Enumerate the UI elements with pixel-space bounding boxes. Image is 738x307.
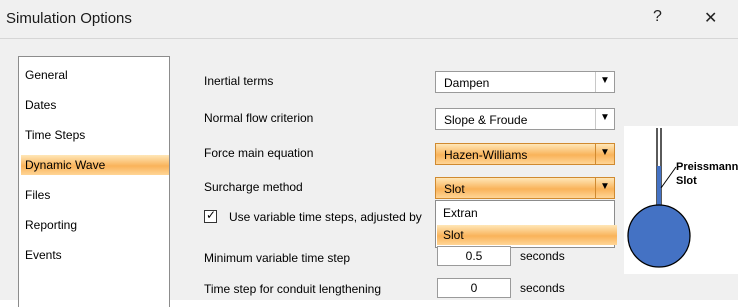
normal-flow-dropdown-button[interactable]: ▼ [595, 109, 614, 129]
surcharge-dropdown-list: Extran Slot [435, 200, 617, 248]
variable-steps-label: Use variable time steps, adjusted by [229, 210, 422, 224]
inertial-terms-value: Dampen [444, 76, 490, 90]
surcharge-select[interactable]: Slot ▼ [435, 177, 615, 199]
dropdown-arrow-icon: ▼ [600, 75, 610, 86]
inertial-terms-dropdown-button[interactable]: ▼ [595, 72, 614, 92]
inertial-terms-select[interactable]: Dampen ▼ [435, 71, 615, 93]
preissmann-slot-icon [627, 128, 691, 268]
surcharge-dropdown-button[interactable]: ▼ [595, 178, 614, 198]
sidebar-item-dynamic-wave[interactable]: Dynamic Wave [21, 155, 169, 175]
diagram-label-line1: Preissmann [676, 161, 738, 173]
help-button[interactable]: ? [653, 8, 662, 26]
dropdown-arrow-icon: ▼ [600, 181, 610, 192]
variable-steps-checkbox[interactable]: ✓ [204, 208, 217, 223]
close-button[interactable]: ✕ [704, 8, 717, 28]
sidebar-item-time-steps[interactable]: Time Steps [21, 125, 169, 145]
options-sidebar: General Dates Time Steps Dynamic Wave Fi… [18, 56, 170, 307]
dropdown-arrow-icon: ▼ [600, 112, 610, 123]
sidebar-item-general[interactable]: General [21, 65, 169, 85]
sidebar-item-dates[interactable]: Dates [21, 95, 169, 115]
lengthening-unit: seconds [520, 281, 565, 295]
min-step-unit: seconds [520, 249, 565, 263]
normal-flow-value: Slope & Froude [444, 113, 528, 127]
checkmark-icon: ✓ [206, 208, 217, 222]
force-main-label: Force main equation [204, 146, 314, 160]
preissmann-slot-diagram [624, 126, 738, 274]
min-step-label: Minimum variable time step [204, 251, 351, 265]
force-main-dropdown-button[interactable]: ▼ [595, 144, 614, 164]
lengthening-input[interactable]: 0 [437, 278, 511, 298]
lengthening-label: Time step for conduit lengthening [204, 282, 381, 296]
normal-flow-select[interactable]: Slope & Froude ▼ [435, 108, 615, 130]
force-main-value: Hazen-Williams [444, 148, 528, 162]
window-title: Simulation Options [6, 10, 132, 27]
min-step-input[interactable]: 0.5 [437, 246, 511, 266]
dropdown-option-extran[interactable]: Extran [437, 203, 617, 223]
normal-flow-label: Normal flow criterion [204, 111, 314, 125]
dropdown-option-slot[interactable]: Slot [437, 225, 617, 245]
diagram-label-line2: Slot [676, 175, 697, 187]
surcharge-value: Slot [444, 182, 465, 196]
inertial-terms-label: Inertial terms [204, 74, 274, 88]
title-bar: Simulation Options ? ✕ [0, 0, 738, 39]
dropdown-arrow-icon: ▼ [600, 147, 610, 158]
sidebar-item-events[interactable]: Events [21, 245, 169, 265]
force-main-select[interactable]: Hazen-Williams ▼ [435, 143, 615, 165]
sidebar-item-files[interactable]: Files [21, 185, 169, 205]
surcharge-label: Surcharge method [204, 180, 303, 194]
sidebar-item-reporting[interactable]: Reporting [21, 215, 169, 235]
